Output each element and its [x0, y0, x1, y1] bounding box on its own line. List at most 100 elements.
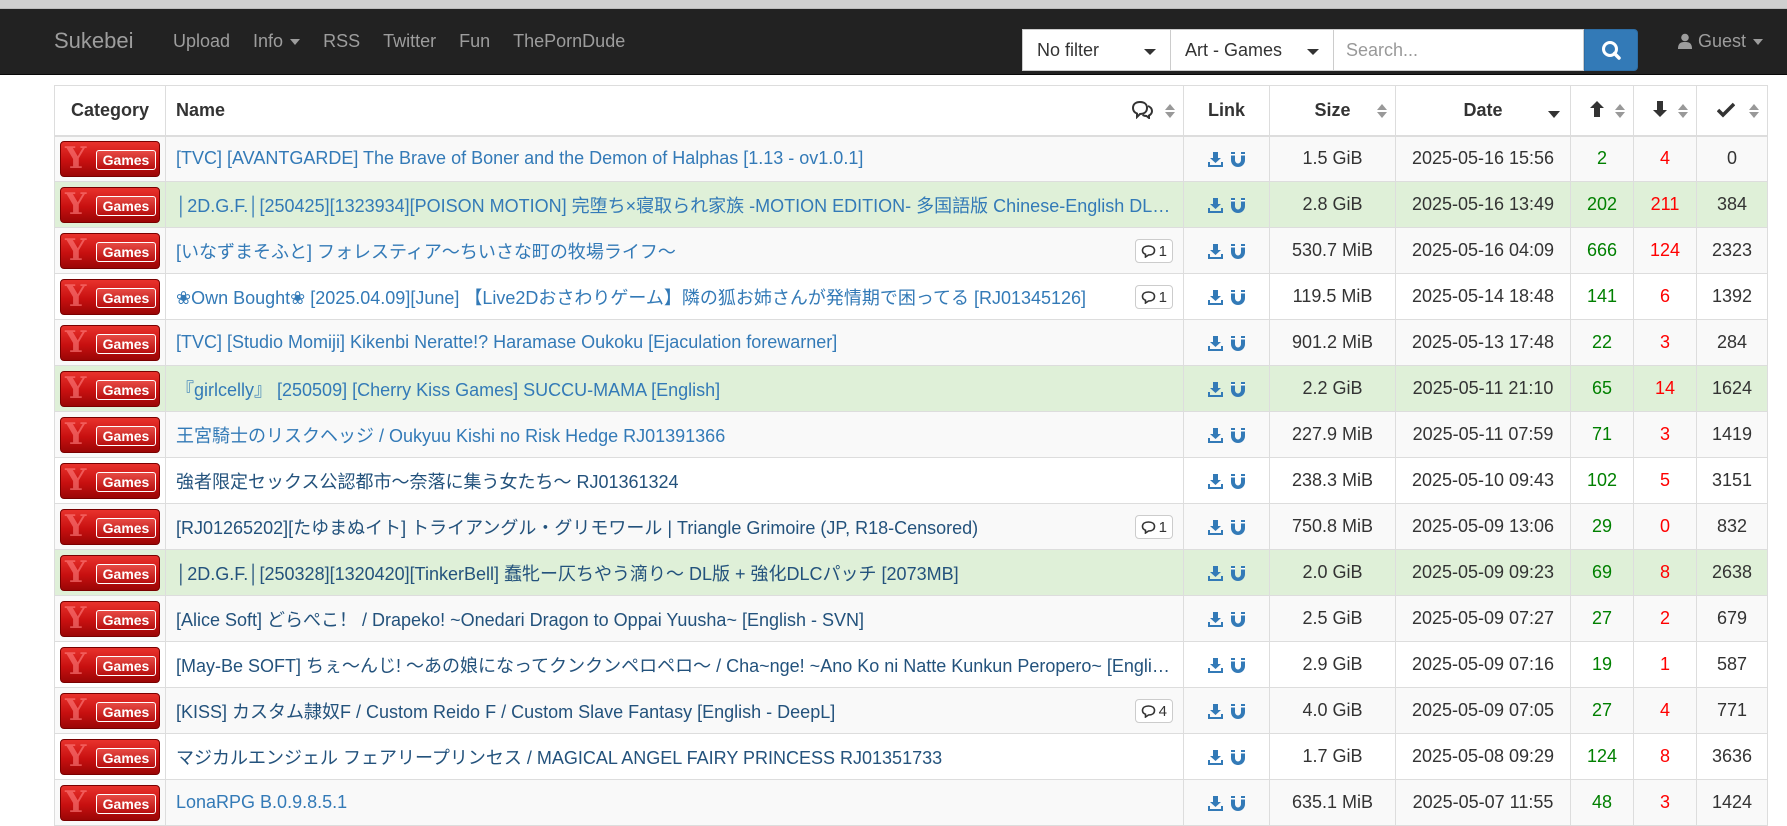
nav-link-fun[interactable]: Fun [459, 9, 490, 75]
comments-icon[interactable] [1131, 100, 1154, 124]
category-badge[interactable]: Y Games [60, 738, 160, 775]
download-icon[interactable] [1207, 381, 1224, 398]
download-icon[interactable] [1207, 197, 1224, 214]
seeders-cell: 27 [1570, 595, 1634, 642]
magnet-icon[interactable] [1230, 565, 1246, 582]
torrent-name-link[interactable]: 強者限定セックス公認都市～奈落に集う女たち～ RJ01361324 [176, 468, 1173, 494]
nav-link-info[interactable]: Info [253, 9, 301, 75]
download-icon[interactable] [1207, 427, 1224, 444]
header-category[interactable]: Category [54, 85, 166, 137]
download-icon[interactable] [1207, 243, 1224, 260]
download-icon[interactable] [1207, 657, 1224, 674]
category-badge[interactable]: Y Games [60, 554, 160, 591]
category-badge[interactable]: Y Games [60, 186, 160, 223]
leechers-cell: 5 [1633, 457, 1697, 504]
header-name[interactable]: Name [165, 85, 1184, 137]
filter-select[interactable]: No filter [1022, 29, 1171, 71]
torrent-name-link[interactable]: [May-Be SOFT] ちぇ～んじ! ～あの娘になってクンクンペロペロ～ /… [176, 652, 1173, 678]
search-input[interactable] [1333, 29, 1584, 71]
header-downloads[interactable] [1696, 85, 1768, 137]
download-icon[interactable] [1207, 289, 1224, 306]
category-badge[interactable]: Y Games [60, 692, 160, 729]
category-badge[interactable]: Y Games [60, 646, 160, 683]
category-cell: Y Games [54, 687, 166, 734]
torrent-name-link[interactable]: [RJ01265202][たゆまぬイト] トライアングル・グリモワール | Tr… [176, 514, 1123, 540]
brand-logo[interactable]: Sukebei [54, 28, 134, 54]
download-icon[interactable] [1207, 473, 1224, 490]
magnet-icon[interactable] [1230, 381, 1246, 398]
magnet-icon[interactable] [1230, 335, 1246, 352]
download-icon[interactable] [1207, 795, 1224, 812]
category-badge[interactable]: Y Games [60, 140, 160, 177]
category-badge[interactable]: Y Games [60, 416, 160, 453]
torrent-name-link[interactable]: [TVC] [Studio Momiji] Kikenbi Neratte!? … [176, 332, 1173, 353]
comment-count-badge[interactable]: 1 [1134, 285, 1173, 309]
torrent-name-link[interactable]: LonaRPG B.0.9.8.5.1 [176, 792, 1173, 813]
category-badge[interactable]: Y Games [60, 232, 160, 269]
torrent-name-link[interactable]: [TVC] [AVANTGARDE] The Brave of Boner an… [176, 148, 1173, 169]
download-icon[interactable] [1207, 749, 1224, 766]
size-cell: 2.0 GiB [1269, 549, 1396, 596]
download-icon[interactable] [1207, 611, 1224, 628]
magnet-icon[interactable] [1230, 519, 1246, 536]
category-select[interactable]: Art - Games [1170, 29, 1334, 71]
download-icon[interactable] [1207, 703, 1224, 720]
magnet-icon[interactable] [1230, 749, 1246, 766]
torrent-name-link[interactable]: │2D.G.F.│[250328][1320420][TinkerBell] 蠢… [176, 560, 1173, 586]
table-row: Y Games [TVC] [Studio Momiji] Kikenbi Nera… [54, 319, 1768, 366]
download-icon[interactable] [1207, 519, 1224, 536]
magnet-icon[interactable] [1230, 703, 1246, 720]
name-cell: │2D.G.F.│[250328][1320420][TinkerBell] 蠢… [165, 549, 1184, 596]
torrent-name-link[interactable]: │2D.G.F.│[250425][1323934][POISON MOTION… [176, 192, 1173, 218]
header-date[interactable]: Date [1395, 85, 1571, 137]
torrent-name-link[interactable]: [いなずまそふと] フォレスティア～ちいさな町の牧場ライフ～ [176, 238, 1123, 264]
seeders-cell: 71 [1570, 411, 1634, 458]
download-icon[interactable] [1207, 151, 1224, 168]
nav-link-rss[interactable]: RSS [323, 9, 360, 75]
category-badge[interactable]: Y Games [60, 370, 160, 407]
torrent-name-link[interactable]: ❀Own Bought❀ [2025.04.09][June] 【Live2Dお… [176, 284, 1123, 310]
download-icon[interactable] [1207, 565, 1224, 582]
date-cell: 2025-05-16 15:56 [1395, 135, 1571, 182]
category-badge[interactable]: Y Games [60, 278, 160, 315]
user-menu[interactable]: Guest [1678, 31, 1764, 52]
torrent-name-link[interactable]: [KISS] カスタム隷奴F / Custom Reido F / Custom… [176, 698, 1123, 724]
category-logo-icon: Y [65, 140, 87, 176]
size-cell: 4.0 GiB [1269, 687, 1396, 734]
name-cell: [TVC] [AVANTGARDE] The Brave of Boner an… [165, 135, 1184, 182]
category-badge[interactable]: Y Games [60, 462, 160, 499]
nav-link-upload[interactable]: Upload [173, 9, 230, 75]
comment-count-badge[interactable]: 1 [1134, 239, 1173, 263]
magnet-icon[interactable] [1230, 427, 1246, 444]
torrent-name-link[interactable]: [Alice Soft] どらぺこ！ / Drapeko! ~Onedari D… [176, 606, 1173, 632]
search-button[interactable] [1584, 29, 1638, 71]
magnet-icon[interactable] [1230, 657, 1246, 674]
header-size[interactable]: Size [1269, 85, 1396, 137]
torrent-name-link[interactable]: 『girlcelly』 [250509] [Cherry Kiss Games]… [176, 376, 1173, 402]
category-badge[interactable]: Y Games [60, 600, 160, 637]
magnet-icon[interactable] [1230, 243, 1246, 260]
nav-link-theporndude[interactable]: ThePornDude [513, 9, 625, 75]
category-badge[interactable]: Y Games [60, 784, 160, 821]
category-badge[interactable]: Y Games [60, 508, 160, 545]
date-cell: 2025-05-09 07:16 [1395, 641, 1571, 688]
torrent-name-link[interactable]: マジカルエンジェル フェアリープリンセス / MAGICAL ANGEL FAI… [176, 744, 1173, 770]
comment-count: 1 [1158, 518, 1167, 536]
comment-count-badge[interactable]: 4 [1134, 699, 1173, 723]
magnet-icon[interactable] [1230, 611, 1246, 628]
header-seeders[interactable] [1570, 85, 1634, 137]
magnet-icon[interactable] [1230, 473, 1246, 490]
nav-link-twitter[interactable]: Twitter [383, 9, 436, 75]
header-leechers[interactable] [1633, 85, 1697, 137]
user-label: Guest [1698, 31, 1747, 51]
magnet-icon[interactable] [1230, 197, 1246, 214]
magnet-icon[interactable] [1230, 795, 1246, 812]
category-badge[interactable]: Y Games [60, 324, 160, 361]
category-cell: Y Games [54, 227, 166, 274]
download-icon[interactable] [1207, 335, 1224, 352]
downloads-cell: 284 [1696, 319, 1768, 366]
magnet-icon[interactable] [1230, 151, 1246, 168]
torrent-name-link[interactable]: 王宮騎士のリスクヘッジ / Oukyuu Kishi no Risk Hedge… [176, 422, 1173, 448]
magnet-icon[interactable] [1230, 289, 1246, 306]
comment-count-badge[interactable]: 1 [1134, 515, 1173, 539]
